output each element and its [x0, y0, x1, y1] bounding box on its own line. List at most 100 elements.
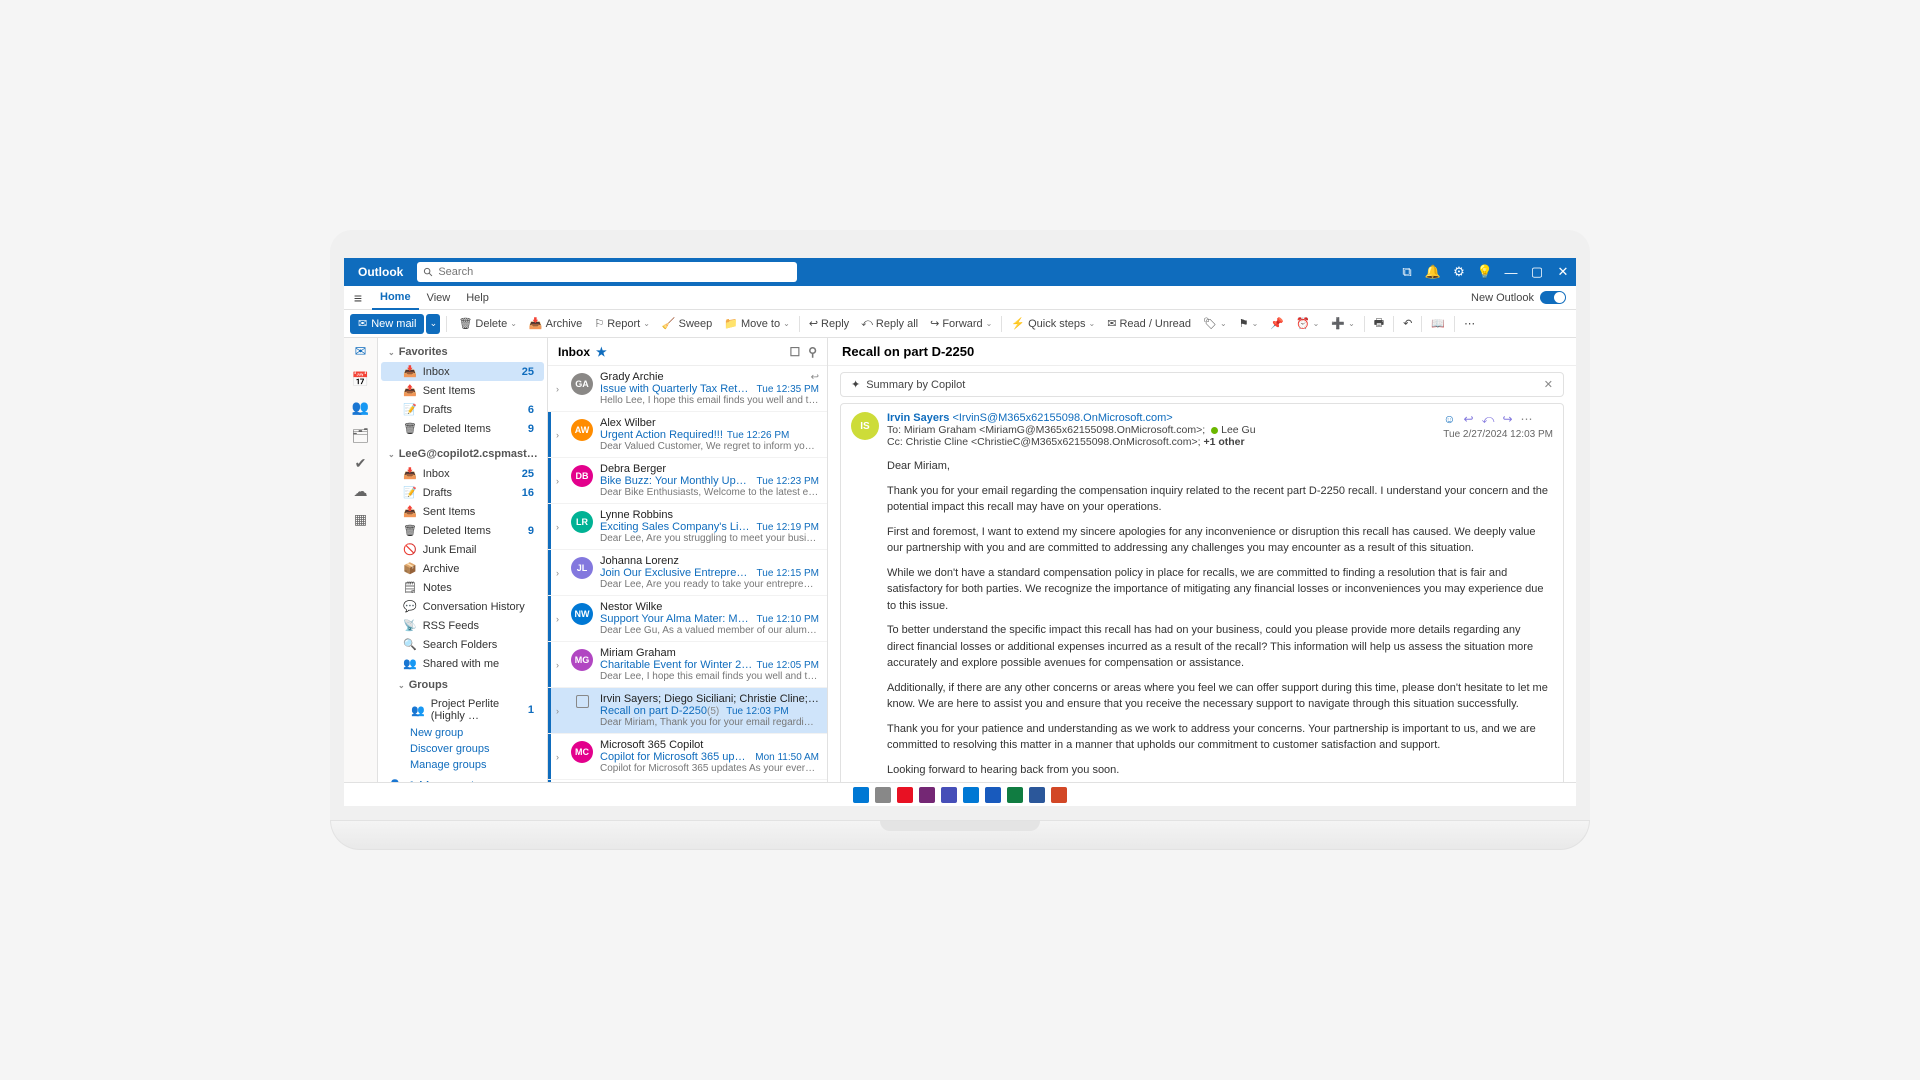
taskbar-app-9[interactable] — [1051, 787, 1067, 803]
rail-onedrive[interactable]: ☁ — [352, 482, 370, 500]
toggle-switch[interactable] — [1540, 291, 1566, 304]
group-link[interactable]: New group — [378, 725, 547, 741]
nav-deleted-items[interactable]: 🗑Deleted Items9 — [381, 521, 544, 540]
chevron-icon[interactable]: › — [556, 647, 564, 682]
rail-mail[interactable]: ✉ — [352, 342, 370, 360]
account-header[interactable]: ⌄LeeG@copilot2.cspmast… — [378, 444, 547, 464]
ribbon-broom[interactable]: 🧹Sweep — [657, 314, 717, 334]
tab-home[interactable]: Home — [372, 286, 419, 310]
taskbar-app-7[interactable] — [1007, 787, 1023, 803]
forward-icon[interactable]: ↪ — [1502, 412, 1512, 426]
nav-conversation-history[interactable]: 💬Conversation History — [381, 597, 544, 616]
ribbon-print[interactable]: 🖶 — [1369, 314, 1389, 334]
ribbon-undo[interactable]: ↶ — [1398, 314, 1417, 334]
chevron-icon[interactable]: › — [556, 371, 564, 406]
windows-taskbar[interactable] — [344, 782, 1576, 806]
nav-search-folders[interactable]: 🔍Search Folders — [381, 635, 544, 654]
reply-all-icon[interactable]: ⤺ — [1482, 412, 1495, 427]
smile-icon[interactable]: ☺ — [1443, 412, 1455, 426]
minimize-icon[interactable]: — — [1498, 265, 1524, 280]
message-item[interactable]: › MG Miriam Graham Charitable Event for … — [548, 642, 827, 688]
nav-shared-with-me[interactable]: 👥Shared with me — [381, 654, 544, 673]
taskbar-app-0[interactable] — [853, 787, 869, 803]
nav-drafts[interactable]: 📝Drafts6 — [381, 400, 544, 419]
chevron-icon[interactable]: › — [556, 509, 564, 544]
ribbon-addon[interactable]: ➕⌄ — [1326, 314, 1359, 334]
nav-inbox[interactable]: 📥Inbox25 — [381, 362, 544, 381]
new-mail-button[interactable]: ✉ New mail — [350, 314, 424, 334]
favorites-header[interactable]: ⌄Favorites — [378, 342, 547, 362]
rail-people[interactable]: 👥 — [352, 398, 370, 416]
new-outlook-toggle[interactable]: New Outlook — [1471, 291, 1576, 304]
nav-sent-items[interactable]: 📤Sent Items — [381, 381, 544, 400]
rail-groups[interactable]: 🗂 — [352, 426, 370, 444]
taskbar-app-8[interactable] — [1029, 787, 1045, 803]
ribbon-flag[interactable]: ⚐Report⌄ — [589, 314, 655, 334]
chevron-icon[interactable]: › — [556, 463, 564, 498]
select-all-icon[interactable]: ☐ — [789, 345, 800, 359]
tips-icon[interactable]: 💡 — [1472, 264, 1498, 280]
search-input[interactable] — [438, 266, 791, 278]
nav-deleted-items[interactable]: 🗑Deleted Items9 — [381, 419, 544, 438]
ribbon-folder[interactable]: 📁Move to⌄ — [719, 314, 795, 334]
nav-rss-feeds[interactable]: 📡RSS Feeds — [381, 616, 544, 635]
hamburger-icon[interactable]: ≡ — [344, 290, 372, 306]
chevron-icon[interactable]: › — [556, 693, 564, 728]
group-project[interactable]: 👥 Project Perlite (Highly … 1 — [381, 695, 544, 725]
chevron-icon[interactable]: › — [556, 739, 564, 774]
nav-junk-email[interactable]: 🚫Junk Email — [381, 540, 544, 559]
nav-drafts[interactable]: 📝Drafts16 — [381, 483, 544, 502]
ribbon-forward[interactable]: ↪Forward⌄ — [925, 314, 997, 334]
ribbon-more[interactable]: ⋯ — [1459, 314, 1480, 334]
message-item[interactable]: › NW Nestor Wilke Support Your Alma Mate… — [548, 596, 827, 642]
message-items[interactable]: › GA Grady Archie↩ Issue with Quarterly … — [548, 366, 827, 782]
new-mail-split[interactable]: ⌄ — [426, 314, 440, 334]
ribbon-replyall[interactable]: ⤺Reply all — [856, 314, 923, 334]
nav-sent-items[interactable]: 📤Sent Items — [381, 502, 544, 521]
message-item[interactable]: › MC Microsoft 365 Copilot Copilot for M… — [548, 734, 827, 780]
message-item[interactable]: › AW Alex Wilber Urgent Action Required!… — [548, 412, 827, 458]
reading-scroll[interactable]: IS Irvin Sayers <IrvinS@M365x62155098.On… — [828, 403, 1576, 782]
rail-todo[interactable]: ✔ — [352, 454, 370, 472]
add-account-button[interactable]: 👤 Add account — [378, 773, 547, 782]
ribbon-archive[interactable]: 📥Archive — [524, 314, 587, 334]
message-item[interactable]: › LR Lynne Robbins Exciting Sales Compan… — [548, 504, 827, 550]
chevron-icon[interactable]: › — [556, 601, 564, 636]
ribbon-reply[interactable]: ↩Reply — [804, 314, 854, 334]
taskbar-app-3[interactable] — [919, 787, 935, 803]
checkbox-icon[interactable] — [576, 695, 589, 708]
filter-icon[interactable]: ⚲ — [808, 345, 817, 359]
group-link[interactable]: Discover groups — [378, 741, 547, 757]
chevron-icon[interactable]: › — [556, 417, 564, 452]
groups-header[interactable]: ⌄Groups — [378, 675, 547, 695]
reply-icon[interactable]: ↩ — [1464, 412, 1474, 426]
rail-calendar[interactable]: 📅 — [352, 370, 370, 388]
maximize-icon[interactable]: ▢ — [1524, 264, 1550, 280]
group-link[interactable]: Manage groups — [378, 757, 547, 773]
ribbon-pin[interactable]: 📌 — [1265, 314, 1289, 334]
ribbon-tag[interactable]: 🏷⌄ — [1198, 314, 1232, 334]
taskbar-app-4[interactable] — [941, 787, 957, 803]
close-icon[interactable]: ✕ — [1550, 264, 1576, 280]
sender-name-1[interactable]: Irvin Sayers <IrvinS@M365x62155098.OnMic… — [887, 412, 1435, 424]
more-icon[interactable]: ⋯ — [1521, 412, 1533, 426]
tab-help[interactable]: Help — [458, 286, 497, 310]
message-item[interactable]: › JL Johanna Lorenz Join Our Exclusive E… — [548, 550, 827, 596]
rail-apps[interactable]: ▦ — [352, 510, 370, 528]
star-icon[interactable]: ★ — [596, 345, 607, 359]
taskbar-app-6[interactable] — [985, 787, 1001, 803]
ribbon-immersive[interactable]: 📖 — [1426, 314, 1450, 334]
message-item[interactable]: › Irvin Sayers; Diego Siciliani; Christi… — [548, 688, 827, 734]
ribbon-bolt[interactable]: ⚡Quick steps⌄ — [1006, 314, 1100, 334]
notifications-icon[interactable]: 🔔 — [1420, 264, 1446, 280]
tab-view[interactable]: View — [419, 286, 459, 310]
chevron-icon[interactable]: › — [556, 555, 564, 590]
ribbon-trash[interactable]: 🗑Delete⌄ — [453, 314, 521, 334]
taskbar-app-5[interactable] — [963, 787, 979, 803]
copilot-summary-bar[interactable]: ✦ Summary by Copilot ✕ — [840, 372, 1564, 397]
nav-inbox[interactable]: 📥Inbox25 — [381, 464, 544, 483]
taskbar-app-1[interactable] — [875, 787, 891, 803]
ribbon-snooze[interactable]: ⏰⌄ — [1291, 314, 1324, 334]
taskbar-app-2[interactable] — [897, 787, 913, 803]
close-copilot-icon[interactable]: ✕ — [1544, 378, 1553, 391]
